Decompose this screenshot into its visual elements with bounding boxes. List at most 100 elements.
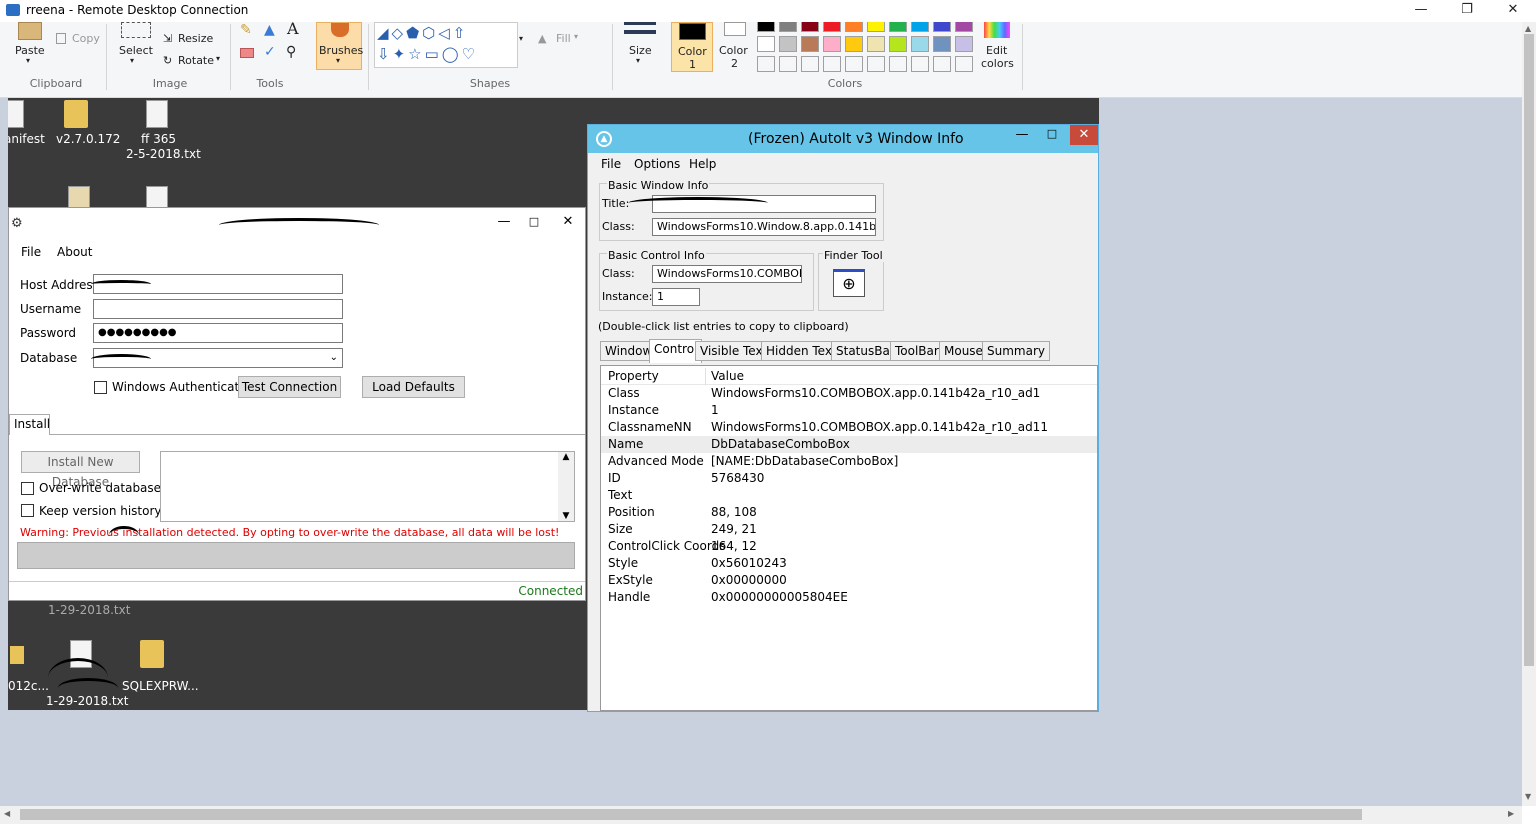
pencil-icon[interactable]: ✎	[240, 22, 252, 38]
overwrite-checkbox[interactable]	[21, 482, 34, 495]
color-swatch[interactable]	[757, 22, 775, 32]
color2-swatch[interactable]	[724, 22, 746, 36]
color-swatch[interactable]	[757, 36, 775, 52]
table-row[interactable]: ExStyle 0x00000000	[601, 572, 1097, 589]
table-row[interactable]: Handle 0x00000000005804EE	[601, 589, 1097, 606]
eraser-icon[interactable]	[240, 48, 254, 58]
autoit-minimize-button[interactable]: —	[1008, 125, 1036, 145]
app-minimize-button[interactable]: —	[491, 212, 517, 234]
username-input[interactable]	[93, 299, 343, 319]
color-swatch[interactable]	[779, 36, 797, 52]
table-row[interactable]: Style 0x56010243	[601, 555, 1097, 572]
column-value[interactable]: Value	[711, 368, 744, 385]
test-connection-button[interactable]: Test Connection	[238, 376, 341, 398]
vertical-scrollbar[interactable]: ▲ ▼	[1522, 22, 1536, 806]
color-swatch[interactable]	[933, 56, 951, 72]
control-class-field[interactable]: WindowsForms10.COMBOBOX	[652, 265, 802, 283]
minimize-button[interactable]: —	[1398, 0, 1444, 22]
tab-mouse[interactable]: Mouse	[939, 341, 988, 361]
color-swatch[interactable]	[889, 22, 907, 32]
table-row[interactable]: Advanced Mode [NAME:DbDatabaseComboBox]	[601, 453, 1097, 470]
autoit-maximize-button[interactable]: □	[1038, 125, 1066, 145]
tab-summary[interactable]: Summary	[982, 341, 1050, 361]
table-row[interactable]: Instance 1	[601, 402, 1097, 419]
color-swatch[interactable]	[757, 56, 775, 72]
autoit-close-button[interactable]: ✕	[1070, 125, 1098, 145]
table-row[interactable]: Name DbDatabaseComboBox	[601, 436, 1097, 453]
window-class-field[interactable]: WindowsForms10.Window.8.app.0.141b42a_r	[652, 218, 876, 236]
color-swatch[interactable]	[801, 36, 819, 52]
color-swatch[interactable]	[933, 22, 951, 32]
restore-button[interactable]: ❐	[1444, 0, 1490, 22]
log-scrollbar[interactable]: ▲ ▼	[558, 452, 574, 521]
close-button[interactable]: ✕	[1490, 0, 1536, 22]
color-swatch[interactable]	[911, 36, 929, 52]
color-swatch[interactable]	[867, 22, 885, 32]
shapes-gallery[interactable]: ◢◇⬟⬡◁⇧ ⇩✦☆▭◯♡	[374, 22, 518, 68]
shapes-scroll-icon[interactable]: ▾	[519, 34, 523, 43]
color2-label[interactable]: Color	[719, 44, 748, 57]
color-swatch[interactable]	[823, 22, 841, 32]
rotate-dropdown-icon[interactable]: ▾	[216, 54, 220, 63]
vertical-scroll-thumb[interactable]	[1524, 34, 1534, 666]
table-row[interactable]: ID 5768430	[601, 470, 1097, 487]
paste-dropdown-icon[interactable]: ▾	[26, 56, 30, 65]
select-dropdown-icon[interactable]: ▾	[130, 56, 134, 65]
instance-field[interactable]: 1	[652, 288, 700, 306]
horizontal-scroll-thumb[interactable]	[20, 809, 1362, 820]
app-close-button[interactable]: ✕	[555, 212, 581, 234]
load-defaults-button[interactable]: Load Defaults	[362, 376, 465, 398]
color-swatch[interactable]	[889, 56, 907, 72]
table-row[interactable]: ClassnameNN WindowsForms10.COMBOBOX.app.0…	[601, 419, 1097, 436]
fill-bucket-icon[interactable]: ▲	[264, 22, 275, 38]
install-new-db-button[interactable]: Install New Database	[21, 451, 140, 489]
color-swatch[interactable]	[933, 36, 951, 52]
rotate-button[interactable]: Rotate	[178, 54, 214, 67]
chevron-down-icon[interactable]: ▼	[558, 511, 574, 521]
autoit-menu-options[interactable]: Options	[634, 157, 680, 171]
color-swatch[interactable]	[955, 22, 973, 32]
color-swatch[interactable]	[911, 56, 929, 72]
table-row[interactable]: Position 88, 108	[601, 504, 1097, 521]
keep-history-checkbox[interactable]	[21, 504, 34, 517]
windows-auth-checkbox[interactable]	[94, 381, 107, 394]
fill-dropdown-icon[interactable]: ▾	[574, 32, 578, 41]
size-button[interactable]: Size	[629, 44, 652, 57]
tab-toolbar[interactable]: ToolBar	[890, 341, 944, 361]
resize-button[interactable]: Resize	[178, 32, 213, 45]
password-input[interactable]: ●●●●●●●●●	[93, 323, 343, 343]
fill-button[interactable]: Fill	[556, 32, 571, 45]
chevron-left-icon[interactable]: ◀	[4, 809, 10, 818]
column-property[interactable]: Property	[608, 368, 659, 385]
color1-button[interactable]: Color 1	[671, 22, 713, 72]
tab-hidden-text[interactable]: Hidden Text	[761, 341, 842, 361]
color-swatch[interactable]	[801, 56, 819, 72]
copy-button[interactable]: Copy	[72, 32, 100, 45]
color-picker-icon[interactable]: ✓	[264, 44, 276, 60]
chevron-up-icon[interactable]: ▲	[558, 452, 574, 462]
size-dropdown-icon[interactable]: ▾	[636, 56, 640, 65]
brushes-button[interactable]: Brushes ▾	[316, 22, 363, 70]
select-button[interactable]: Select	[119, 44, 153, 57]
color-swatch[interactable]	[845, 36, 863, 52]
chevron-down-icon[interactable]: ▼	[1525, 792, 1531, 801]
color-swatch[interactable]	[867, 36, 885, 52]
color-swatch[interactable]	[867, 56, 885, 72]
color-swatch[interactable]	[911, 22, 929, 32]
install-log-textarea[interactable]: ▲ ▼	[160, 451, 575, 522]
finder-crosshair-icon[interactable]: ⊕	[833, 269, 865, 297]
color-swatch[interactable]	[779, 22, 797, 32]
tab-install[interactable]: Install	[9, 414, 50, 435]
color-swatch[interactable]	[845, 22, 863, 32]
table-row[interactable]: Text	[601, 487, 1097, 504]
chevron-right-icon[interactable]: ▶	[1508, 809, 1514, 818]
color-swatch[interactable]	[889, 36, 907, 52]
color-swatch[interactable]	[801, 22, 819, 32]
menu-about[interactable]: About	[57, 245, 92, 259]
table-row[interactable]: Class WindowsForms10.COMBOBOX.app.0.141b4…	[601, 385, 1097, 402]
color-swatch[interactable]	[955, 56, 973, 72]
table-row[interactable]: ControlClick Coords 164, 12	[601, 538, 1097, 555]
autoit-menu-file[interactable]: File	[601, 157, 621, 171]
app-maximize-button[interactable]: □	[521, 212, 547, 234]
edit-colors-button[interactable]: Edit	[986, 44, 1007, 57]
